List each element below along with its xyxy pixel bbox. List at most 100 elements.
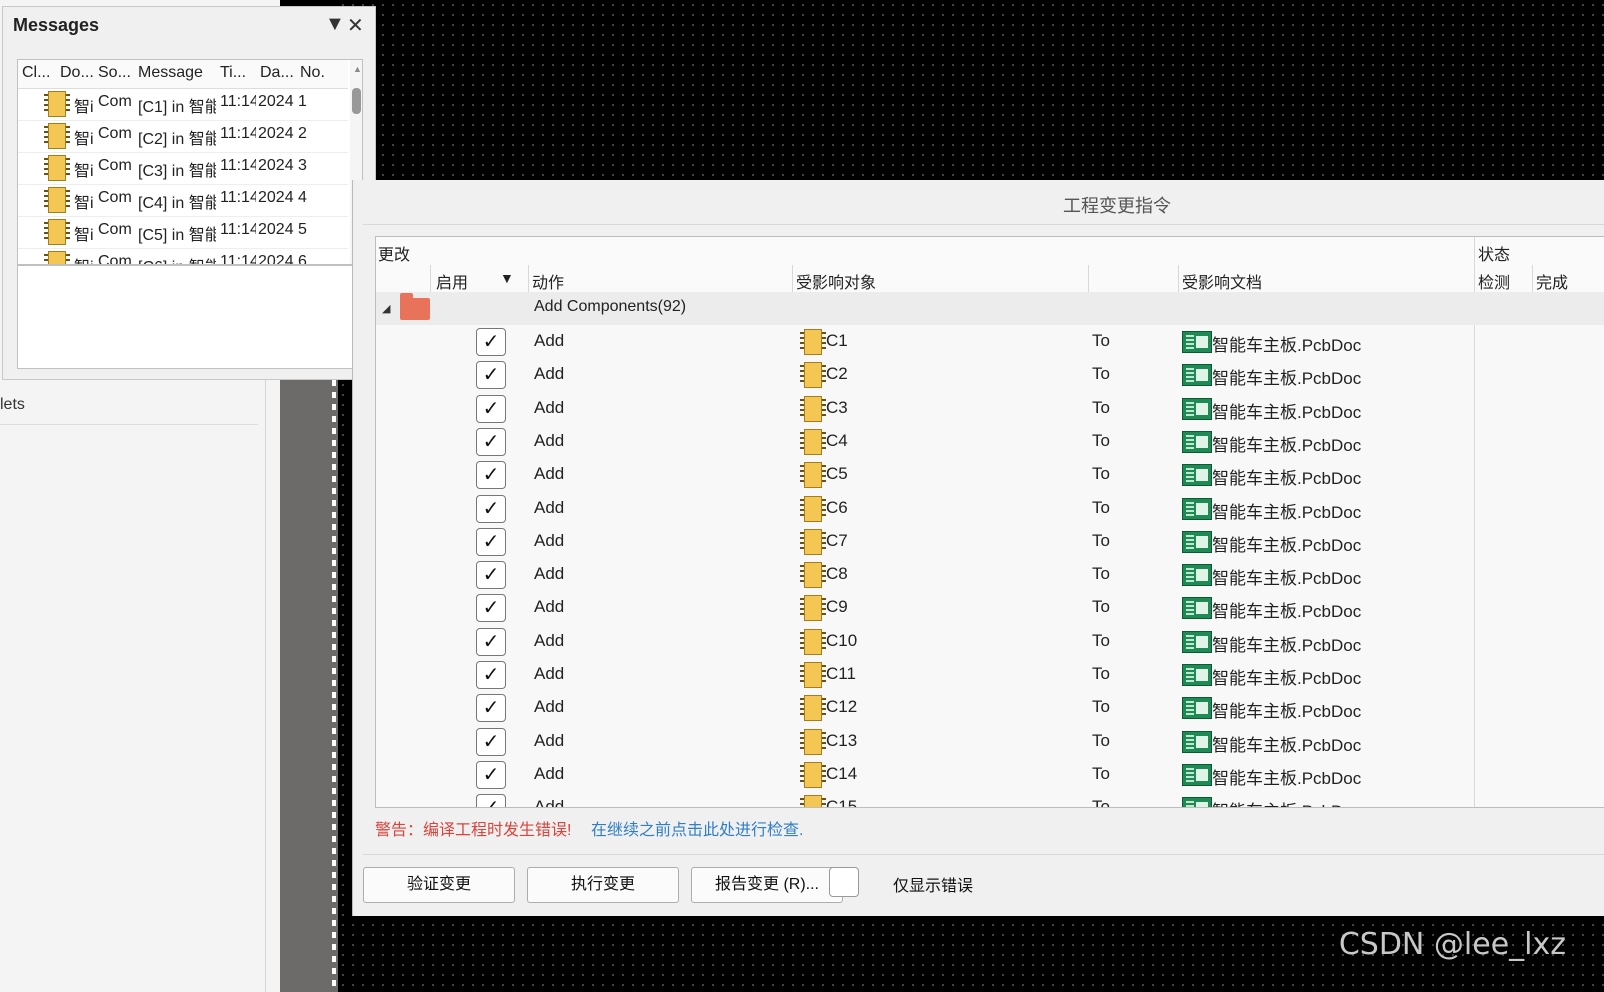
change-row[interactable]: ✓ Add C2 To 智能车主板.PcbDoc <box>376 358 1604 391</box>
changes-grid[interactable]: 更改 状态 启用 ▼ 动作 受影响对象 受影响文档 检测 完成 ◢ Add Co… <box>375 236 1604 808</box>
enable-checkbox[interactable]: ✓ <box>476 561 506 590</box>
component-icon <box>44 91 70 117</box>
msg-no: 2 <box>298 125 307 142</box>
to-cell: To <box>1092 564 1110 584</box>
message-row[interactable]: 智i Com [C3] in 智能 11:14 2024 3 <box>18 152 348 185</box>
to-cell: To <box>1092 530 1110 550</box>
change-row[interactable]: ✓ Add C1 To 智能车主板.PcbDoc <box>376 325 1604 358</box>
panel-separator <box>0 424 258 425</box>
execute-changes-button[interactable]: 执行变更 <box>527 867 679 903</box>
to-cell: To <box>1092 597 1110 617</box>
component-icon <box>800 695 826 722</box>
pcb-doc-icon <box>1182 664 1212 686</box>
col-class[interactable]: Cl... <box>22 64 54 82</box>
col-document[interactable]: Do... <box>60 64 94 82</box>
panel-divider <box>265 380 266 992</box>
object-cell: C4 <box>826 430 848 450</box>
col-affected-object[interactable]: 受影响对象 <box>796 269 876 293</box>
msg-time: 11:14 <box>220 221 256 238</box>
col-action[interactable]: 动作 <box>532 269 564 293</box>
change-row[interactable]: ✓ Add C3 To 智能车主板.PcbDoc <box>376 392 1604 425</box>
pcb-doc-icon <box>1182 430 1212 453</box>
enable-checkbox[interactable]: ✓ <box>476 461 506 490</box>
enable-filter-icon[interactable]: ▼ <box>500 270 514 286</box>
enable-checkbox[interactable]: ✓ <box>476 694 506 723</box>
group-row-add-components[interactable]: ◢ Add Components(92) <box>376 292 1604 325</box>
enable-checkbox[interactable]: ✓ <box>476 494 506 523</box>
only-show-errors-label[interactable]: 仅显示错误 <box>893 872 973 896</box>
col-time[interactable]: Ti... <box>220 64 256 82</box>
action-cell: Add <box>534 697 565 717</box>
enable-checkbox[interactable]: ✓ <box>476 727 506 756</box>
component-icon <box>800 595 826 622</box>
message-row[interactable]: 智iCom [C6] in 智能 11:142024 6 <box>18 248 348 264</box>
report-changes-button[interactable]: 报告变更 (R)... <box>691 867 843 903</box>
change-row[interactable]: ✓ Add C12 To 智能车主板.PcbDoc <box>376 691 1604 724</box>
enable-checkbox[interactable]: ✓ <box>476 328 506 356</box>
enable-checkbox[interactable]: ✓ <box>476 661 506 689</box>
msg-time: 11:14 <box>220 125 256 142</box>
change-row[interactable]: ✓ Add C10 To 智能车主板.PcbDoc <box>376 625 1604 658</box>
panel-menu-icon[interactable]: ▼ <box>325 13 345 36</box>
scroll-thumb[interactable] <box>352 88 361 114</box>
action-cell: Add <box>534 397 565 417</box>
msg-text: [C3] in 智能 <box>138 163 216 180</box>
col-message[interactable]: Message <box>138 64 216 82</box>
pcb-doc-icon <box>1182 597 1212 620</box>
msg-doc: 智i <box>74 253 96 264</box>
enable-checkbox[interactable]: ✓ <box>476 361 506 390</box>
col-affected-doc[interactable]: 受影响文档 <box>1182 269 1262 293</box>
divider <box>1532 265 1533 292</box>
message-row[interactable]: 智i Com [C4] in 智能 11:14 2024 4 <box>18 184 348 217</box>
nets-label[interactable]: lets <box>0 396 25 414</box>
pcb-doc-icon <box>1182 464 1212 487</box>
component-icon <box>44 187 70 213</box>
msg-text: [C6] in 智能 <box>138 253 216 264</box>
col-date[interactable]: Da... <box>260 64 296 82</box>
message-row[interactable]: 智i Com [C1] in 智能 11:14 2024 1 <box>18 88 348 121</box>
scroll-up-icon[interactable]: ▲ <box>353 64 362 74</box>
col-source[interactable]: So... <box>98 64 132 82</box>
document-cell: 智能车主板.PcbDoc <box>1212 797 1361 807</box>
enable-checkbox[interactable]: ✓ <box>476 394 506 423</box>
enable-checkbox[interactable]: ✓ <box>476 594 506 623</box>
action-cell: Add <box>534 797 565 808</box>
component-icon <box>800 362 826 389</box>
change-row[interactable]: ✓ Add C13 To 智能车主板.PcbDoc <box>376 725 1604 758</box>
change-row[interactable]: ✓ Add C11 To 智能车主板.PcbDoc <box>376 658 1604 691</box>
message-row[interactable]: 智i Com [C5] in 智能 11:14 2024 5 <box>18 216 348 249</box>
col-no[interactable]: No. <box>300 64 344 82</box>
change-row[interactable]: ✓ Add C4 To 智能车主板.PcbDoc <box>376 425 1604 458</box>
change-row[interactable]: ✓ Add C8 To 智能车主板.PcbDoc <box>376 558 1604 591</box>
enable-checkbox[interactable]: ✓ <box>476 794 506 807</box>
to-cell: To <box>1092 763 1110 783</box>
change-row[interactable]: ✓ Add C5 To 智能车主板.PcbDoc <box>376 458 1604 491</box>
change-row[interactable]: ✓ Add C9 To 智能车主板.PcbDoc <box>376 591 1604 624</box>
collapse-icon[interactable]: ◢ <box>382 302 390 315</box>
warning-link[interactable]: 在继续之前点击此处进行检查. <box>591 816 803 840</box>
document-cell: 智能车主板.PcbDoc <box>1212 569 1362 589</box>
pcb-doc-icon <box>1182 497 1212 520</box>
divider <box>792 265 793 292</box>
col-check[interactable]: 检测 <box>1478 269 1510 293</box>
messages-table[interactable]: Cl... Do... So... Message Ti... Da... No… <box>17 59 363 265</box>
enable-checkbox[interactable]: ✓ <box>476 427 506 456</box>
change-row[interactable]: ✓ Add C15 To 智能车主板.PcbDoc <box>376 791 1604 808</box>
msg-text: [C4] in 智能 <box>138 195 216 212</box>
msg-date: 2024 <box>258 125 294 142</box>
enable-checkbox[interactable]: ✓ <box>476 760 506 789</box>
col-enable[interactable]: 启用 <box>436 269 468 293</box>
close-icon[interactable]: ✕ <box>347 13 364 38</box>
only-show-errors-checkbox[interactable] <box>829 867 859 897</box>
message-row[interactable]: 智i Com [C2] in 智能 11:14 2024 2 <box>18 120 348 153</box>
change-row[interactable]: ✓ Add C6 To 智能车主板.PcbDoc <box>376 492 1604 525</box>
validate-changes-button[interactable]: 验证变更 <box>363 867 515 903</box>
object-cell: C7 <box>826 530 848 550</box>
pcb-doc-icon <box>1182 364 1212 387</box>
document-cell: 智能车主板.PcbDoc <box>1212 768 1362 788</box>
change-row[interactable]: ✓ Add C14 To 智能车主板.PcbDoc <box>376 758 1604 791</box>
enable-checkbox[interactable]: ✓ <box>476 527 506 556</box>
enable-checkbox[interactable]: ✓ <box>476 627 506 656</box>
col-done[interactable]: 完成 <box>1536 269 1568 293</box>
change-row[interactable]: ✓ Add C7 To 智能车主板.PcbDoc <box>376 525 1604 558</box>
